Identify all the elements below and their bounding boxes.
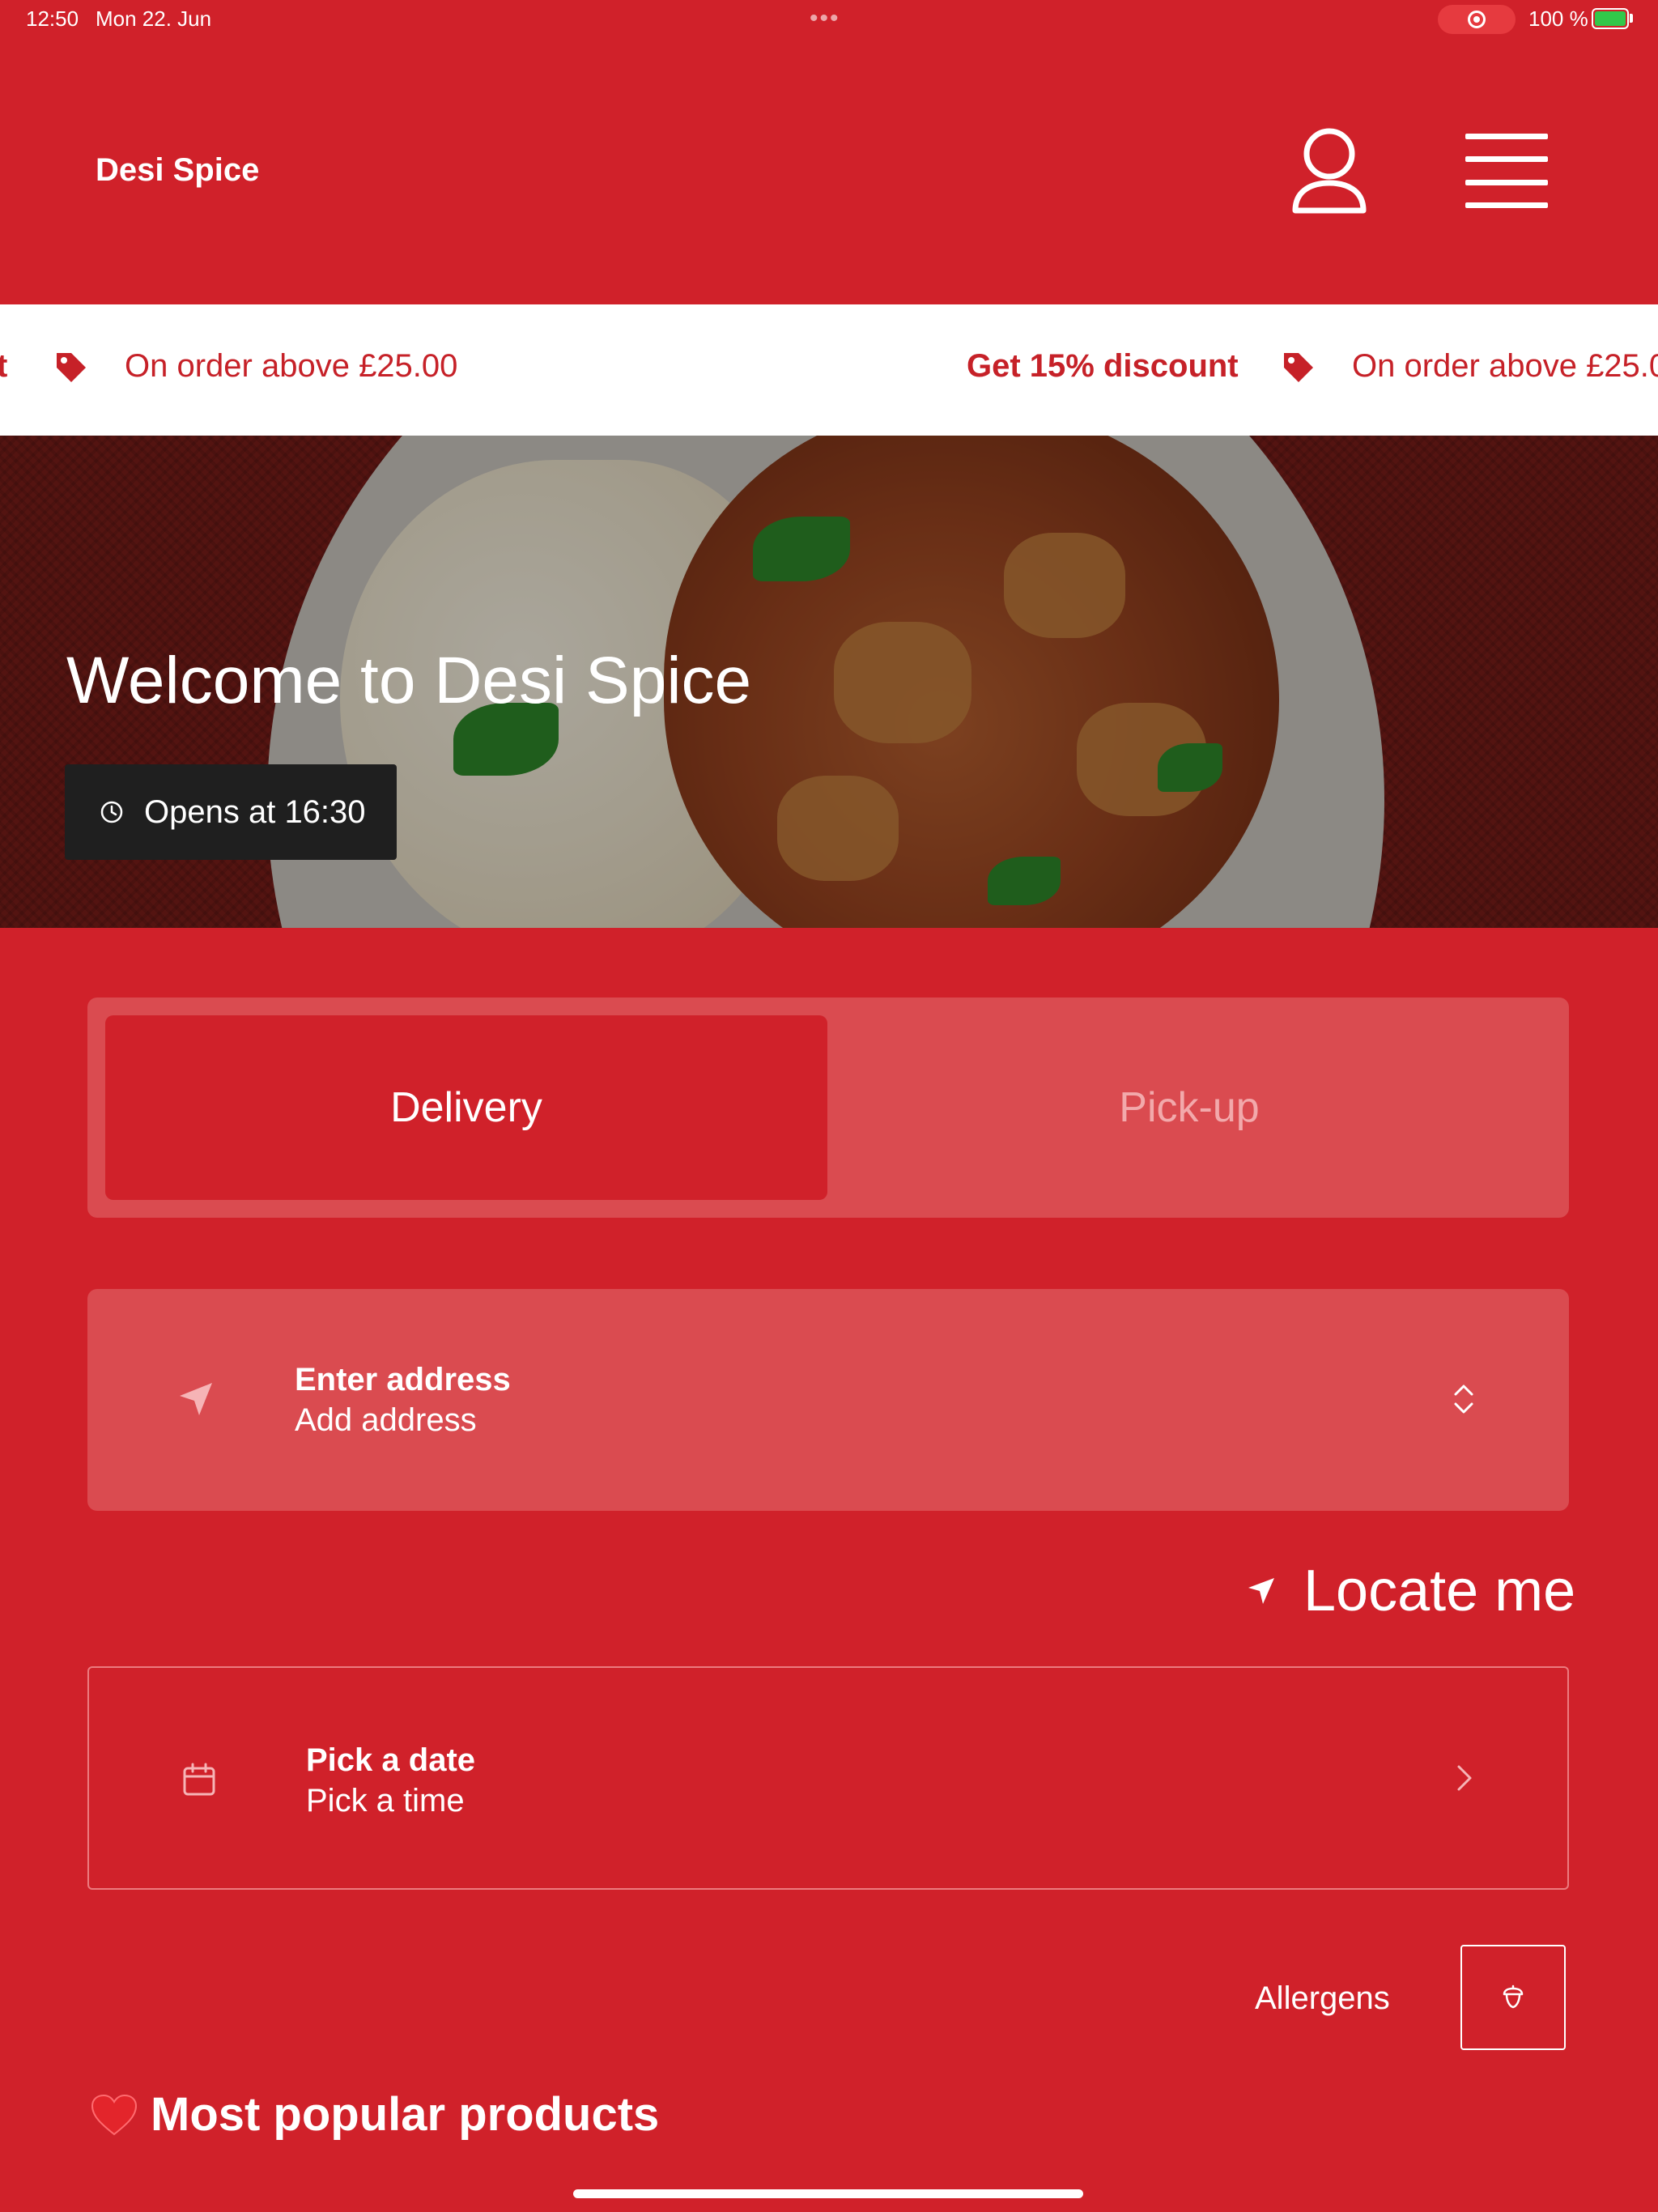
hamburger-line: [1465, 156, 1548, 163]
battery-icon: [1592, 8, 1629, 29]
order-type-selector: Delivery Pick-up: [87, 998, 1569, 1218]
person-icon: [1292, 128, 1367, 214]
popular-products-title: Most popular products: [151, 2088, 660, 2141]
address-subtitle: Add address: [295, 1402, 477, 1438]
address-selector[interactable]: Enter address Add address: [87, 1289, 1569, 1511]
allergens-label[interactable]: Allergens: [1255, 1980, 1390, 2017]
hero-title: Welcome to Desi Spice: [66, 644, 752, 717]
date-time-selector[interactable]: Pick a date Pick a time: [87, 1666, 1569, 1890]
promo-text: On order above £25.0: [1352, 348, 1658, 384]
location-arrow-icon: [1248, 1578, 1274, 1604]
profile-button[interactable]: [1289, 123, 1370, 220]
status-date: Mon 22. Jun: [96, 6, 212, 31]
chevron-up-down-icon: [1454, 1385, 1473, 1414]
delivery-tab[interactable]: Delivery: [105, 1015, 827, 1200]
hamburger-line: [1465, 202, 1548, 208]
promo-banner[interactable]: t On order above £25.00 Get 15% discount…: [0, 304, 1658, 436]
battery-tip: [1630, 14, 1633, 23]
promo-text: On order above £25.00: [125, 348, 458, 384]
screen-recording-icon: [1438, 5, 1516, 34]
calendar-icon: [183, 1763, 215, 1796]
chevron-right-icon: [1457, 1765, 1472, 1791]
opening-hours-badge: Opens at 16:30: [65, 764, 397, 860]
hamburger-menu-icon: [1465, 134, 1548, 139]
acorn-icon: [1503, 1984, 1524, 2009]
locate-me-button[interactable]: Locate me: [1247, 1555, 1575, 1627]
pickup-tab[interactable]: Pick-up: [827, 1015, 1551, 1200]
location-arrow-icon: [180, 1383, 212, 1415]
promo-headline: t: [0, 348, 8, 384]
hamburger-line: [1465, 179, 1548, 185]
hero-banner: Welcome to Desi Spice Opens at 16:30: [0, 436, 1658, 928]
tag-icon: [1284, 353, 1313, 382]
clock-icon: [100, 801, 123, 823]
promo-headline: Get 15% discount: [967, 348, 1239, 384]
time-subtitle: Pick a time: [306, 1783, 465, 1819]
locate-me-label: Locate me: [1303, 1559, 1576, 1623]
heart-icon: [91, 2094, 138, 2135]
battery-percent: 100 %: [1528, 6, 1588, 31]
brand-name[interactable]: Desi Spice: [96, 152, 259, 189]
opening-hours-text: Opens at 16:30: [144, 793, 366, 830]
menu-button[interactable]: [1465, 134, 1548, 208]
home-indicator[interactable]: [573, 2189, 1083, 2198]
allergens-button[interactable]: [1460, 1945, 1566, 2050]
date-title: Pick a date: [306, 1742, 476, 1778]
tag-icon: [57, 353, 86, 382]
status-time: 12:50: [26, 6, 79, 31]
address-title: Enter address: [295, 1362, 511, 1397]
multitasking-dots-icon[interactable]: •••: [810, 6, 840, 31]
popular-products-heading: Most popular products: [91, 2087, 659, 2142]
